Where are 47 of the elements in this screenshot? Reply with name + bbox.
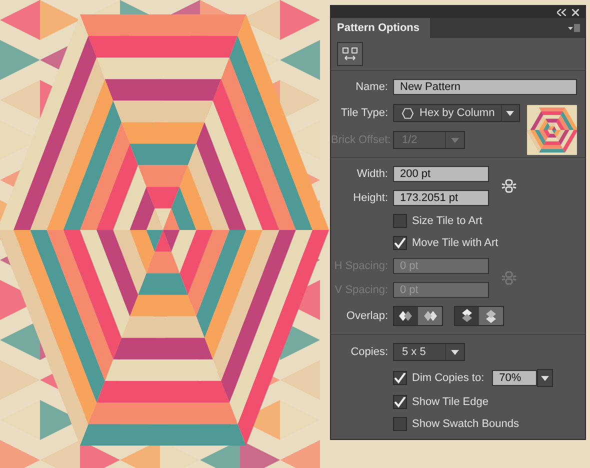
tile-type-dropdown[interactable]: Hex by Column: [393, 104, 520, 122]
diamond-stack-icon: [485, 309, 497, 323]
pattern-thumbnail-drawing: [527, 105, 577, 155]
dim-percent-field[interactable]: 70%: [492, 370, 538, 386]
dropdown-caret-icon: [451, 138, 459, 142]
checkbox-label: Show Swatch Bounds: [412, 418, 520, 430]
dropdown-caret-icon: [451, 350, 459, 354]
close-icon[interactable]: [572, 8, 579, 16]
dropdown-button[interactable]: [537, 369, 554, 387]
field-label: Overlap:: [345, 310, 388, 322]
diamond-pair-icon: [423, 310, 437, 322]
checkbox-label: Dim Copies to:: [412, 372, 484, 384]
overlap-toggle-button[interactable]: [394, 307, 418, 325]
checkbox-label: Size Tile to Art: [412, 215, 482, 227]
panel-menu-icon[interactable]: [568, 24, 580, 32]
check-icon: [394, 238, 406, 248]
dropdown-caret-icon: [541, 376, 550, 380]
text-field[interactable]: 173.2051 pt: [393, 190, 489, 206]
hexagon-icon: [402, 108, 414, 118]
field-label: Tile Type:: [340, 107, 388, 119]
text-field[interactable]: 200 pt: [393, 166, 489, 182]
check-icon: [394, 396, 406, 408]
field-label: Name:: [354, 81, 388, 93]
overlap-toggle-button[interactable]: [455, 307, 479, 325]
edit-tile-button[interactable]: [337, 42, 363, 66]
dropdown-caret-icon: [506, 110, 514, 116]
checkbox[interactable]: Dim Copies to:: [393, 371, 484, 385]
collapse-icon[interactable]: [557, 8, 566, 16]
check-icon: [394, 372, 406, 384]
diamond-pair-icon: [399, 310, 413, 322]
checkbox[interactable]: Show Tile Edge: [393, 395, 579, 409]
checkbox-label: Move Tile with Art: [412, 237, 498, 249]
checkbox-label: Show Tile Edge: [412, 396, 488, 408]
text-field[interactable]: New Pattern: [393, 79, 577, 95]
field-label: Width:: [356, 168, 388, 180]
diamond-stack-icon: [461, 309, 473, 323]
overlap-toggle-button[interactable]: [418, 307, 442, 325]
overlap-toggle-button[interactable]: [479, 307, 503, 325]
checkbox[interactable]: Move Tile with Art: [393, 236, 579, 250]
panel-tab[interactable]: Pattern Options: [331, 18, 430, 38]
link-chain-icon[interactable]: [501, 179, 517, 193]
field-label: Copies:: [350, 346, 388, 358]
tile-resize-icon: [342, 47, 358, 61]
checkbox[interactable]: Size Tile to Art: [393, 214, 579, 228]
copies-dropdown[interactable]: 5 x 5: [393, 343, 465, 361]
field-label: Height:: [352, 192, 388, 204]
checkbox[interactable]: Show Swatch Bounds: [393, 417, 579, 431]
